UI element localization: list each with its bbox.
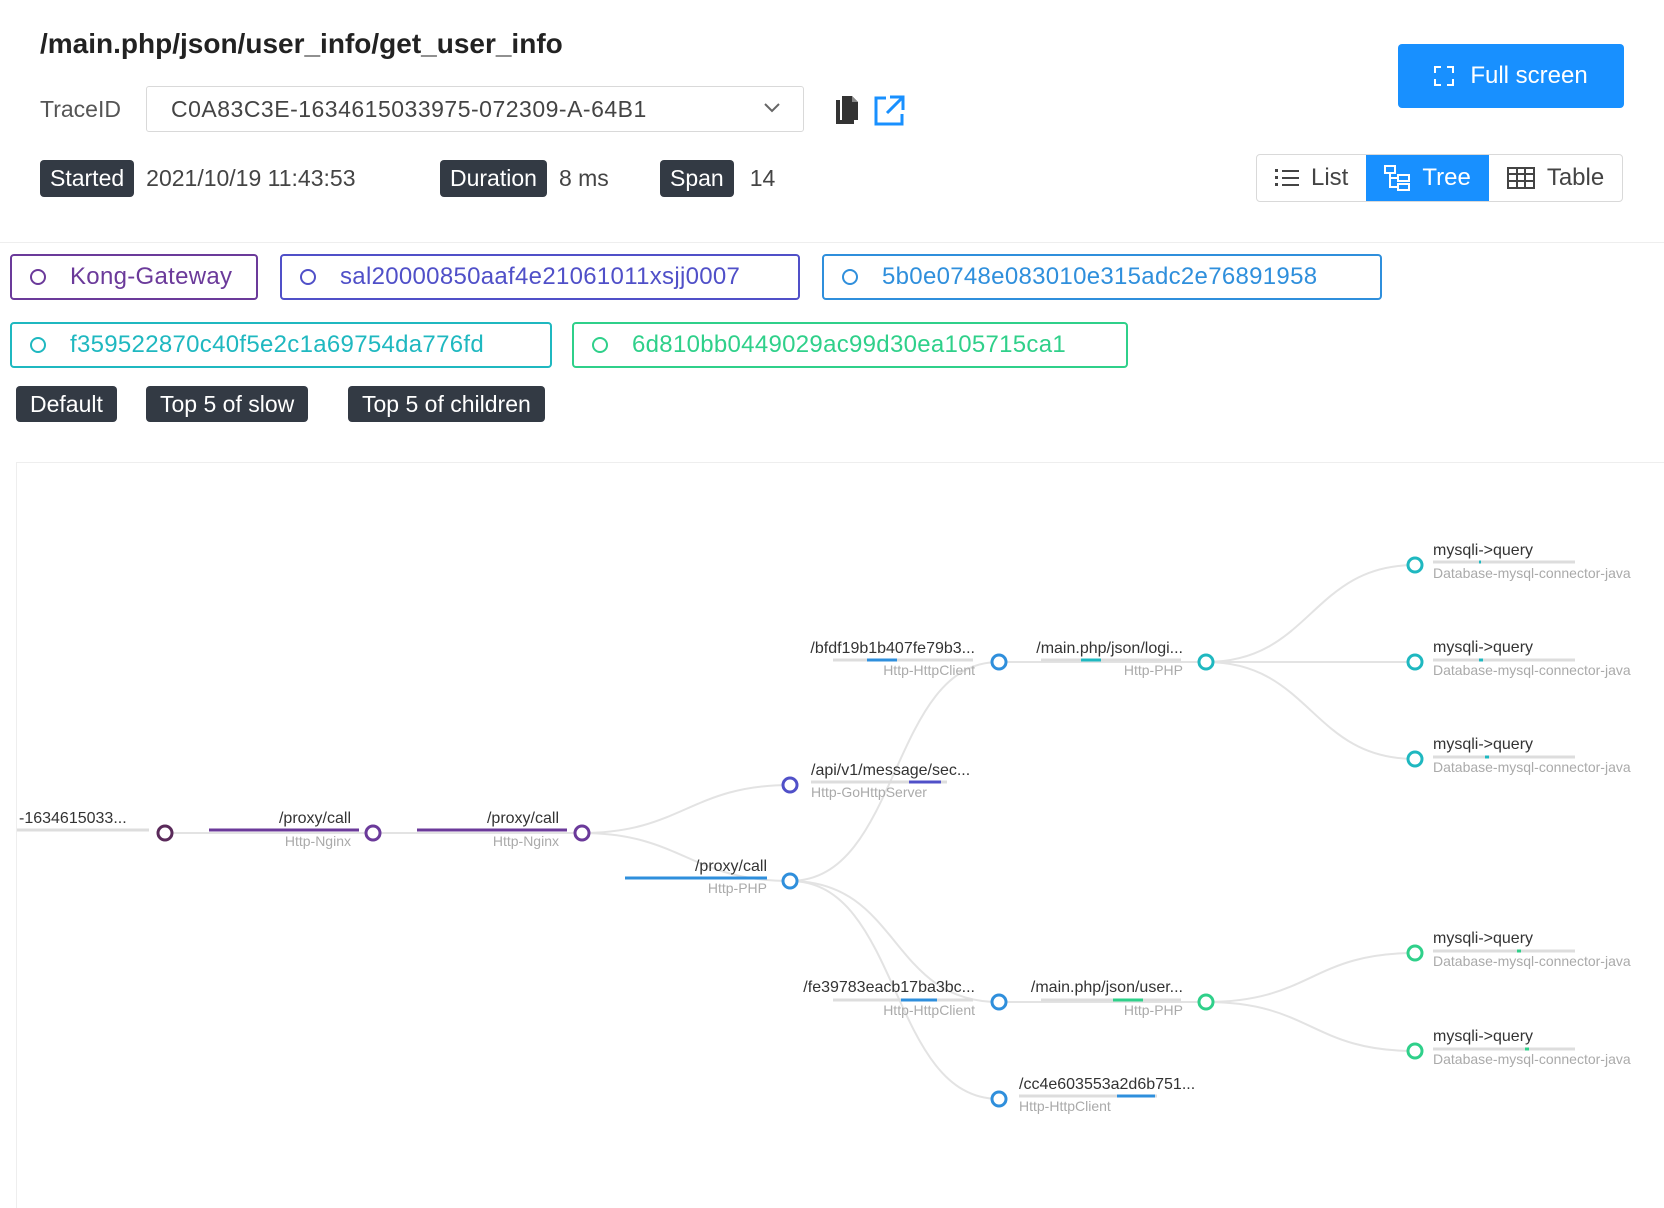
tree-node-title: /main.php/json/logi... bbox=[1036, 640, 1183, 657]
trace-id-value: C0A83C3E-1634615033975-072309-A-64B1 bbox=[171, 95, 647, 122]
page-title: /main.php/json/user_info/get_user_info bbox=[40, 28, 563, 59]
service-tag-label: f359522870c40f5e2c1a69754da776fd bbox=[70, 331, 484, 358]
service-tag-f359[interactable]: f359522870c40f5e2c1a69754da776fd bbox=[10, 322, 552, 368]
tree-node-circle[interactable] bbox=[1197, 993, 1215, 1011]
tree-node-type: Http-HttpClient bbox=[1019, 1098, 1111, 1114]
started-meta: Started 2021/10/19 11:43:53 bbox=[40, 160, 355, 197]
full-screen-button[interactable]: Full screen bbox=[1398, 44, 1624, 108]
circle-icon bbox=[842, 269, 858, 285]
fullscreen-icon bbox=[1434, 66, 1455, 86]
started-label: Started bbox=[40, 160, 135, 197]
service-tag-label: Kong-Gateway bbox=[70, 263, 233, 290]
table-icon bbox=[1506, 167, 1535, 189]
tree-node-title: /bfdf19b1b407fe79b3... bbox=[810, 640, 975, 657]
tree-node-type: Database-mysql-connector-java bbox=[1433, 759, 1631, 775]
tree-node-type: Database-mysql-connector-java bbox=[1433, 565, 1631, 581]
tree-node-circle[interactable] bbox=[1406, 1042, 1424, 1060]
tree-node-circle[interactable] bbox=[573, 824, 591, 842]
span-value: 14 bbox=[749, 165, 776, 191]
tree-labels: -1634615033... /proxy/call Http-Nginx /p… bbox=[19, 542, 1631, 1114]
tree-node-circle[interactable] bbox=[990, 653, 1008, 671]
service-tag-sal[interactable]: sal20000850aaf4e21061011xsjj0007 bbox=[280, 254, 800, 300]
circle-icon bbox=[592, 337, 608, 353]
view-list-button[interactable]: List bbox=[1257, 155, 1366, 201]
filter-default-button[interactable]: Default bbox=[16, 386, 117, 422]
view-table-button[interactable]: Table bbox=[1489, 155, 1622, 201]
copy-icon[interactable] bbox=[834, 94, 860, 126]
service-tag-kong-gateway[interactable]: Kong-Gateway bbox=[10, 254, 258, 300]
circle-icon bbox=[300, 269, 316, 285]
tree-node-circle[interactable] bbox=[781, 872, 799, 890]
tree-node-type: Http-PHP bbox=[1124, 662, 1183, 678]
tree-node-type: Http-PHP bbox=[708, 880, 767, 896]
span-meta: Span 14 bbox=[660, 160, 775, 197]
started-value: 2021/10/19 11:43:53 bbox=[146, 165, 356, 191]
tree-node-type: Http-Nginx bbox=[493, 833, 559, 849]
filter-top-slow-button[interactable]: Top 5 of slow bbox=[146, 386, 309, 422]
tree-node-type: Database-mysql-connector-java bbox=[1433, 662, 1631, 678]
duration-value: 8 ms bbox=[558, 165, 609, 191]
tree-node-title: /main.php/json/user... bbox=[1031, 979, 1183, 996]
service-tag-label: 5b0e0748e083010e315adc2e76891958 bbox=[882, 263, 1318, 290]
tree-node-title: /proxy/call bbox=[695, 858, 767, 875]
tree-node-circle[interactable] bbox=[364, 824, 382, 842]
tree-node-circle[interactable] bbox=[1406, 653, 1424, 671]
service-tag-label: 6d810bb0449029ac99d30ea105715ca1 bbox=[632, 331, 1067, 358]
service-tag-label: sal20000850aaf4e21061011xsjj0007 bbox=[340, 263, 741, 290]
tree-node-title: /cc4e603553a2d6b751... bbox=[1019, 1076, 1195, 1093]
tree-node-type: Database-mysql-connector-java bbox=[1433, 1051, 1631, 1067]
tree-node-type: Http-GoHttpServer bbox=[811, 784, 927, 800]
tree-node-title: /api/v1/message/sec... bbox=[811, 762, 970, 779]
tree-node-title: -1634615033... bbox=[19, 810, 127, 827]
chevron-down-icon bbox=[764, 103, 780, 113]
trace-tree-canvas[interactable]: -1634615033... /proxy/call Http-Nginx /p… bbox=[16, 462, 1664, 1208]
duration-label: Duration bbox=[440, 160, 547, 197]
tree-node-circle[interactable] bbox=[1197, 653, 1215, 671]
header-divider bbox=[0, 242, 1664, 243]
view-mode-switch: List Tree Table bbox=[1256, 154, 1624, 202]
tree-node-type: Database-mysql-connector-java bbox=[1433, 953, 1631, 969]
view-tree-label: Tree bbox=[1422, 164, 1471, 191]
filter-top-children-button[interactable]: Top 5 of children bbox=[348, 386, 545, 422]
tree-node-title: /proxy/call bbox=[279, 810, 351, 827]
full-screen-label: Full screen bbox=[1470, 62, 1588, 89]
tree-node-type: Http-HttpClient bbox=[883, 1002, 975, 1018]
tree-node-circle[interactable] bbox=[1406, 944, 1424, 962]
circle-icon bbox=[30, 337, 46, 353]
tree-node-circle[interactable] bbox=[156, 824, 174, 842]
tree-node-title: /proxy/call bbox=[487, 810, 559, 827]
service-tag-5b0e[interactable]: 5b0e0748e083010e315adc2e76891958 bbox=[822, 254, 1382, 300]
tree-node-title: mysqli->query bbox=[1433, 1028, 1533, 1045]
tree-node-circle[interactable] bbox=[990, 993, 1008, 1011]
tree-node-circle[interactable] bbox=[781, 776, 799, 794]
tree-node-type: Http-HttpClient bbox=[883, 662, 975, 678]
view-list-label: List bbox=[1311, 164, 1349, 191]
service-tag-6d81[interactable]: 6d810bb0449029ac99d30ea105715ca1 bbox=[572, 322, 1128, 368]
circle-icon bbox=[30, 269, 46, 285]
trace-tree-svg: -1634615033... /proxy/call Http-Nginx /p… bbox=[17, 542, 1631, 1114]
trace-id-select[interactable]: C0A83C3E-1634615033975-072309-A-64B1 bbox=[146, 86, 804, 132]
tree-node-title: mysqli->query bbox=[1433, 542, 1533, 559]
view-table-label: Table bbox=[1546, 164, 1605, 191]
tree-links bbox=[165, 564, 1416, 1100]
tree-node-title: mysqli->query bbox=[1433, 736, 1533, 753]
tree-node-type: Http-PHP bbox=[1124, 1002, 1183, 1018]
tree-icon bbox=[1384, 165, 1411, 191]
list-icon bbox=[1275, 169, 1299, 186]
trace-id-label: TraceID bbox=[40, 96, 121, 122]
external-link-icon[interactable] bbox=[872, 94, 906, 128]
tree-node-circle[interactable] bbox=[990, 1090, 1008, 1108]
tree-node-type: Http-Nginx bbox=[285, 833, 351, 849]
view-tree-button[interactable]: Tree bbox=[1366, 155, 1489, 201]
tree-node-title: mysqli->query bbox=[1433, 930, 1533, 947]
span-label: Span bbox=[660, 160, 734, 197]
tree-node-title: mysqli->query bbox=[1433, 639, 1533, 656]
tree-node-title: /fe39783eacb17ba3bc... bbox=[803, 979, 975, 996]
tree-node-circle[interactable] bbox=[1406, 750, 1424, 768]
tree-node-circle[interactable] bbox=[1406, 556, 1424, 574]
span-bars bbox=[17, 560, 1575, 1098]
duration-meta: Duration 8 ms bbox=[440, 160, 609, 197]
